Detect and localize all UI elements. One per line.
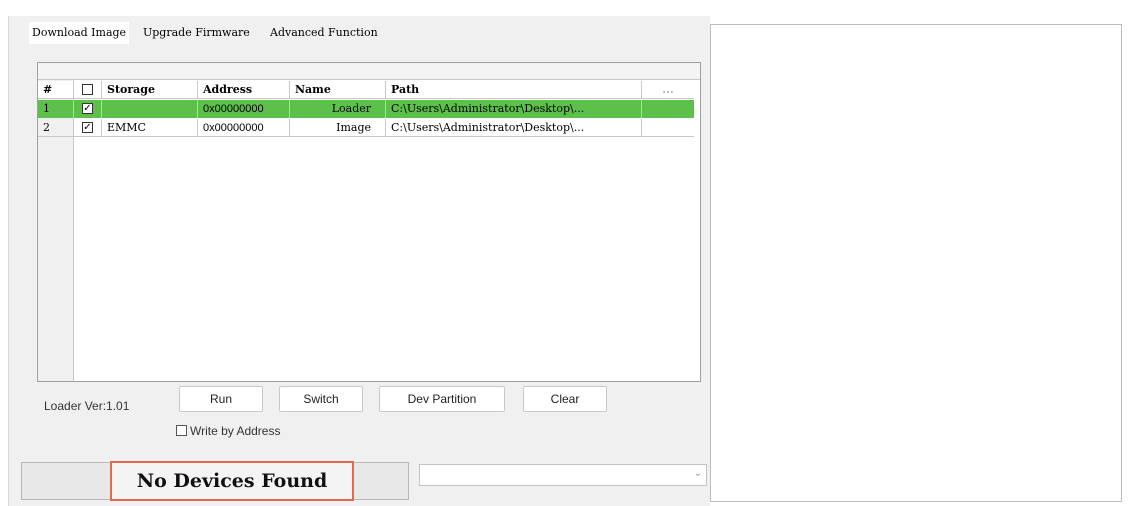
status-highlight-box: No Devices Found (110, 461, 354, 501)
loader-version-label: Loader Ver:1.01 (44, 399, 130, 413)
app-window: Download Image Upgrade Firmware Advanced… (0, 0, 1134, 506)
column-header-path[interactable]: Path (386, 81, 642, 99)
image-list[interactable]: # Storage Address Name Path ... 1 ✓ 0x00… (37, 62, 701, 382)
column-header-storage[interactable]: Storage (102, 81, 198, 99)
table-row-number[interactable]: 1 (38, 100, 74, 118)
status-text: No Devices Found (136, 470, 328, 492)
switch-button[interactable]: Switch (279, 386, 363, 412)
table-row-path[interactable]: C:\Users\Administrator\Desktop\... (386, 100, 642, 118)
tab-download-image[interactable]: Download Image (29, 22, 130, 44)
write-by-address-label: Write by Address (190, 424, 281, 438)
table-row-more[interactable] (642, 100, 694, 118)
tab-upgrade-firmware[interactable]: Upgrade Firmware (140, 22, 253, 44)
device-combo-box[interactable]: ⌄ (419, 464, 707, 486)
clear-button[interactable]: Clear (523, 386, 607, 412)
list-top-strip (38, 63, 700, 80)
tab-advanced-function[interactable]: Advanced Function (267, 22, 381, 44)
table-row-name[interactable]: Image (290, 119, 386, 137)
status-bar: No Devices Found (21, 461, 409, 501)
table-row-storage[interactable]: EMMC (102, 119, 198, 137)
column-header-number[interactable]: # (38, 81, 74, 99)
column-header-address[interactable]: Address (198, 81, 290, 99)
column-header-select-all[interactable] (74, 81, 102, 99)
table-row-more[interactable] (642, 119, 694, 137)
column-header-more[interactable]: ... (642, 81, 694, 99)
download-image-panel: Download Image Upgrade Firmware Advanced… (8, 16, 710, 506)
check-icon[interactable]: ✓ (82, 102, 93, 114)
write-by-address-checkbox[interactable]: Write by Address (176, 424, 280, 438)
table-row-address[interactable]: 0x00000000 (198, 119, 290, 137)
chevron-down-icon[interactable]: ⌄ (694, 468, 702, 479)
table-row-path[interactable]: C:\Users\Administrator\Desktop\... (386, 119, 642, 137)
table-row-checkbox-cell[interactable]: ✓ (74, 100, 102, 118)
column-header-name[interactable]: Name (290, 81, 386, 99)
table-row-name[interactable]: Loader (290, 100, 386, 118)
select-all-checkbox[interactable] (82, 83, 93, 95)
table-row-storage[interactable] (102, 100, 198, 118)
table-row-address[interactable]: 0x00000000 (198, 100, 290, 118)
check-icon[interactable]: ✓ (82, 121, 93, 133)
dev-partition-button[interactable]: Dev Partition (379, 386, 505, 412)
checkbox-box[interactable] (176, 425, 187, 437)
table-row-number[interactable]: 2 (38, 119, 74, 137)
table-row-checkbox-cell[interactable]: ✓ (74, 119, 102, 137)
log-output-panel[interactable] (710, 24, 1122, 502)
run-button[interactable]: Run (179, 386, 263, 412)
